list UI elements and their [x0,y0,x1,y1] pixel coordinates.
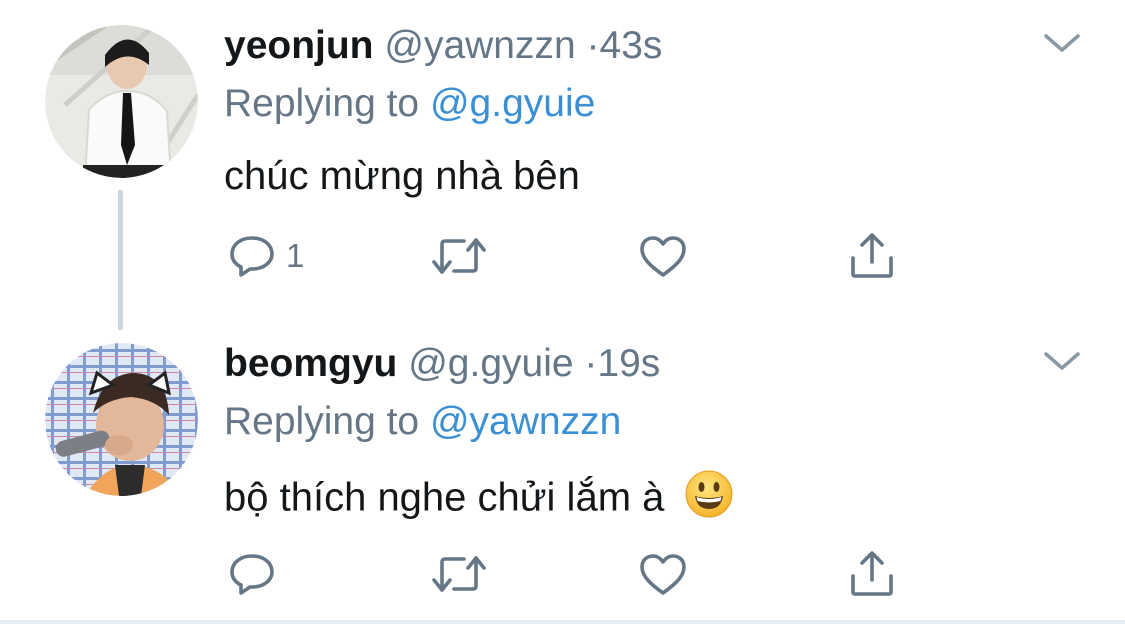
share-button[interactable] [848,228,896,284]
tweet[interactable]: beomgyu @g.gyuie ·19s Replying to @yawnz… [0,318,1125,620]
timestamp[interactable]: 19s [597,342,660,385]
tweet-text: bộ thích nghe chửi lắm à [224,475,665,520]
chevron-down-icon[interactable] [1040,346,1084,376]
tweet-text-container: bộ thích nghe chửi lắm à [224,469,734,531]
share-icon [848,232,896,280]
retweet-icon [430,552,488,596]
tweet-actions: 1 [224,228,924,284]
reply-button[interactable]: 1 [228,228,304,284]
reply-button[interactable] [228,546,286,602]
display-name[interactable]: beomgyu [224,342,397,385]
replying-to-mention[interactable]: @g.gyuie [430,82,595,125]
separator: · [586,24,600,67]
divider [0,620,1125,624]
like-button[interactable] [638,228,688,284]
tweet-actions [224,546,924,602]
timestamp[interactable]: 43s [600,24,663,67]
reply-count: 1 [286,237,305,274]
display-name[interactable]: yeonjun [224,24,374,67]
replying-to-prefix: Replying to [224,82,420,125]
like-icon [638,552,688,596]
tweet[interactable]: yeonjun @yawnzzn ·43s Replying to @g.gyu… [0,0,1125,330]
user-handle[interactable]: @g.gyuie [408,342,573,385]
avatar[interactable] [45,25,198,178]
user-handle[interactable]: @yawnzzn [384,24,575,67]
retweet-icon [430,234,488,278]
tweet-header: beomgyu @g.gyuie ·19s [224,340,660,388]
replying-to-line: Replying to @g.gyuie [224,80,595,128]
reply-icon [228,552,276,596]
retweet-button[interactable] [430,546,488,602]
tweet-text: chúc mừng nhà bên [224,154,580,198]
share-icon [848,550,896,598]
separator: · [584,342,598,385]
grinning-face-emoji [684,469,734,531]
reply-icon [228,234,276,278]
replying-to-line: Replying to @yawnzzn [224,398,621,446]
chevron-down-icon[interactable] [1040,28,1084,58]
replying-to-prefix: Replying to [224,400,420,443]
like-icon [638,234,688,278]
tweet-header: yeonjun @yawnzzn ·43s [224,22,662,70]
like-button[interactable] [638,546,688,602]
share-button[interactable] [848,546,896,602]
retweet-button[interactable] [430,228,488,284]
avatar[interactable] [45,343,198,496]
replying-to-mention[interactable]: @yawnzzn [430,400,621,443]
thread-connector-line [118,190,123,330]
